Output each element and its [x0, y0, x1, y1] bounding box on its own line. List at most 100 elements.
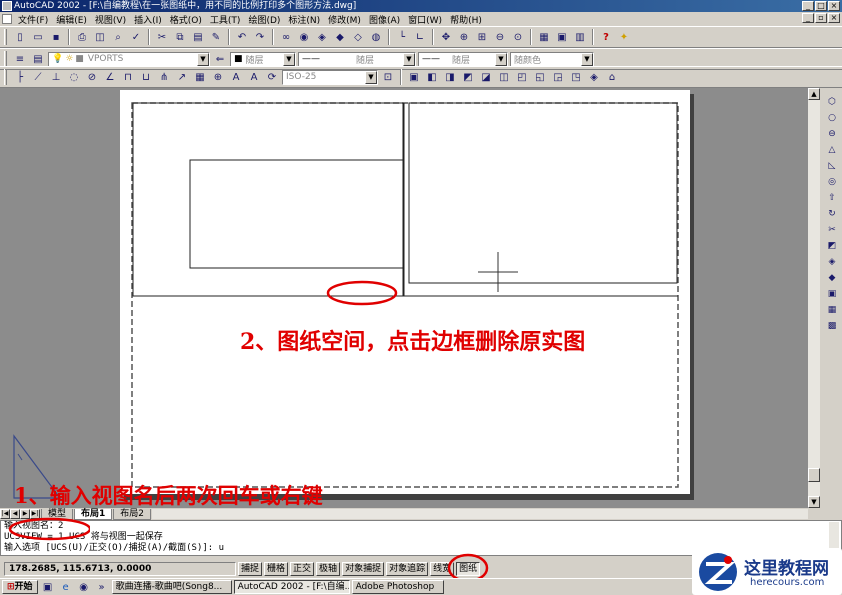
menu-draw[interactable]: 绘图(D)	[244, 13, 284, 26]
insert-block-icon[interactable]: ◈	[314, 29, 330, 45]
baseline-dimension-icon[interactable]: ⊔	[138, 69, 154, 85]
section-icon[interactable]: ◩	[824, 238, 840, 253]
adcenter-icon[interactable]: ▣	[554, 29, 570, 45]
start-button[interactable]: ⊞开始	[2, 580, 38, 594]
sphere-icon[interactable]: ○	[824, 110, 840, 125]
chevron-down-icon[interactable]: ▼	[403, 52, 415, 66]
named-views-icon[interactable]: ▣	[406, 69, 422, 85]
interfere-icon[interactable]: ◈	[824, 254, 840, 269]
union-icon[interactable]: ◆	[824, 270, 840, 285]
camera-icon[interactable]: ⌂	[604, 69, 620, 85]
print-icon[interactable]: ⎙	[74, 29, 90, 45]
nw-iso-view-icon[interactable]: ◈	[586, 69, 602, 85]
menu-image[interactable]: 图像(A)	[365, 13, 404, 26]
angular-dimension-icon[interactable]: ∠	[102, 69, 118, 85]
menu-file[interactable]: 文件(F)	[14, 13, 52, 26]
right-view-icon[interactable]: ◪	[478, 69, 494, 85]
doc-close-button[interactable]: ×	[828, 13, 840, 23]
doc-restore-button[interactable]: ▫	[815, 13, 827, 23]
left-view-icon[interactable]: ◩	[460, 69, 476, 85]
taskbar-item-song[interactable]: 歌曲连播-歌曲吧(Song8...	[111, 580, 232, 594]
menu-tools[interactable]: 工具(T)	[206, 13, 245, 26]
menu-dimension[interactable]: 标注(N)	[284, 13, 324, 26]
layer-previous-icon[interactable]: ⇐	[212, 51, 228, 67]
make-layer-current-icon[interactable]: ▤	[30, 51, 46, 67]
quicklaunch-more-icon[interactable]: »	[94, 579, 110, 595]
ordinate-dimension-icon[interactable]: ⊥	[48, 69, 64, 85]
center-mark-icon[interactable]: ⊕	[210, 69, 226, 85]
box-3d-icon[interactable]: ⬡	[824, 94, 840, 109]
horizontal-scrollbar[interactable]	[152, 509, 808, 519]
layout-paper[interactable]	[120, 90, 690, 494]
dimstyle-combo[interactable]: ISO-25 ▼	[282, 69, 378, 85]
quicklaunch-media-icon[interactable]: ◉	[76, 579, 92, 595]
menu-edit[interactable]: 编辑(E)	[52, 13, 91, 26]
lineweight-combo[interactable]: —— 随层 ▼	[418, 51, 508, 67]
zoom-previous-icon[interactable]: ⊖	[492, 29, 508, 45]
status-ortho-button[interactable]: 正交	[290, 561, 315, 576]
bottom-view-icon[interactable]: ◨	[442, 69, 458, 85]
linear-dimension-icon[interactable]: ├	[12, 69, 28, 85]
quicklaunch-ie-icon[interactable]: e	[58, 579, 74, 595]
today-icon[interactable]: ✦	[616, 29, 632, 45]
aligned-dimension-icon[interactable]: ⟋	[30, 69, 46, 85]
paste-icon[interactable]: ▤	[190, 29, 206, 45]
layer-manager-icon[interactable]: ≡	[12, 51, 28, 67]
zoom-extents-icon[interactable]: ⊙	[510, 29, 526, 45]
help-icon[interactable]: ?	[598, 29, 614, 45]
dbconnect-icon[interactable]: ◍	[368, 29, 384, 45]
menu-format[interactable]: 格式(O)	[166, 13, 206, 26]
web-icon[interactable]: ◉	[296, 29, 312, 45]
chevron-down-icon[interactable]: ▼	[581, 52, 593, 66]
diameter-dimension-icon[interactable]: ⊘	[84, 69, 100, 85]
spell-check-icon[interactable]: ✓	[128, 29, 144, 45]
maximize-button[interactable]: □	[815, 1, 827, 11]
back-view-icon[interactable]: ◰	[514, 69, 530, 85]
radius-dimension-icon[interactable]: ◌	[66, 69, 82, 85]
subtract-icon[interactable]: ▣	[824, 286, 840, 301]
quicklaunch-desktop-icon[interactable]: ▣	[40, 579, 56, 595]
drawing-area[interactable]	[0, 88, 820, 508]
menu-view[interactable]: 视图(V)	[91, 13, 130, 26]
tolerance-icon[interactable]: ▦	[192, 69, 208, 85]
print-preview-icon[interactable]: ◫	[92, 29, 108, 45]
chevron-down-icon[interactable]: ▼	[197, 52, 209, 66]
toolbar-grip[interactable]	[4, 29, 7, 45]
sw-iso-view-icon[interactable]: ◱	[532, 69, 548, 85]
tab-layout2[interactable]: 布局2	[113, 508, 152, 520]
linetype-combo[interactable]: —— 随层 ▼	[298, 51, 416, 67]
zoom-realtime-icon[interactable]: ⊕	[456, 29, 472, 45]
ne-iso-view-icon[interactable]: ◳	[568, 69, 584, 85]
dimension-edit-icon[interactable]: A	[228, 69, 244, 85]
menu-modify[interactable]: 修改(M)	[324, 13, 365, 26]
taskbar-item-photoshop[interactable]: Adobe Photoshop	[351, 580, 444, 594]
taskbar-item-autocad[interactable]: AutoCAD 2002 - [F:\自编...	[233, 580, 350, 594]
extrude-icon[interactable]: ⇧	[824, 190, 840, 205]
vertical-scrollbar[interactable]: ▲ ▼	[808, 88, 820, 508]
scroll-up-arrow[interactable]: ▲	[808, 88, 820, 100]
design-center-icon[interactable]: ◆	[332, 29, 348, 45]
toolbar-grip[interactable]	[4, 51, 7, 67]
document-icon[interactable]	[2, 14, 12, 24]
toolbar-grip[interactable]	[4, 69, 7, 85]
front-view-icon[interactable]: ◫	[496, 69, 512, 85]
leader-icon[interactable]: ↗	[174, 69, 190, 85]
minimize-button[interactable]: _	[802, 1, 814, 11]
menu-window[interactable]: 窗口(W)	[404, 13, 446, 26]
ucs-point-icon[interactable]: ∟	[412, 29, 428, 45]
ucs-icon[interactable]: └	[394, 29, 410, 45]
hyperlink-icon[interactable]: ∞	[278, 29, 294, 45]
find-icon[interactable]: ⌕	[110, 29, 126, 45]
chevron-down-icon[interactable]: ▼	[283, 52, 295, 66]
scroll-down-arrow[interactable]: ▼	[808, 496, 820, 508]
viewport-left[interactable]	[132, 102, 404, 297]
close-button[interactable]: ×	[828, 1, 840, 11]
slice-icon[interactable]: ✂	[824, 222, 840, 237]
status-polar-button[interactable]: 极轴	[316, 561, 341, 576]
copy-icon[interactable]: ⧉	[172, 29, 188, 45]
cone-icon[interactable]: △	[824, 142, 840, 157]
scroll-thumb[interactable]	[808, 468, 820, 482]
layer-combo[interactable]: 💡 ☼ ■ VPORTS ▼	[48, 51, 210, 67]
wedge-icon[interactable]: ◺	[824, 158, 840, 173]
properties-icon[interactable]: ▦	[536, 29, 552, 45]
